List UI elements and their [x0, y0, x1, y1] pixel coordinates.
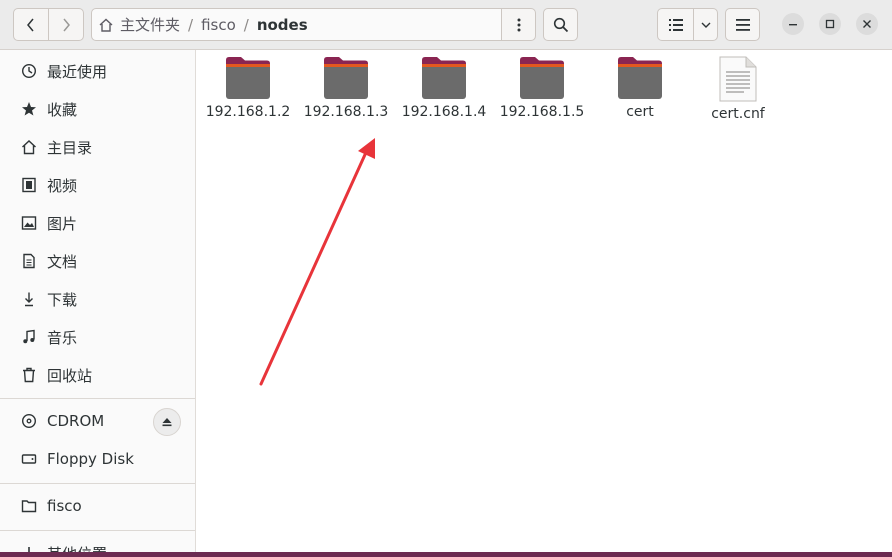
video-icon	[19, 175, 39, 195]
star-icon	[19, 99, 39, 119]
folder-icon	[618, 57, 662, 99]
sidebar-item-downloads[interactable]: 下载	[0, 281, 195, 317]
breadcrumb-label: 主文件夹	[120, 16, 181, 34]
sidebar-item-music[interactable]: 音乐	[0, 319, 195, 355]
search-button[interactable]	[543, 8, 578, 41]
sidebar-item-starred[interactable]: 收藏	[0, 91, 195, 127]
clock-icon	[19, 61, 39, 81]
vertical-dots-icon	[517, 18, 520, 31]
image-icon	[19, 213, 39, 233]
sidebar: 最近使用 收藏 主目录 视频 图片 文档 下载 音乐 回收站 CDROM Flo…	[0, 50, 196, 557]
sidebar-item-pictures[interactable]: 图片	[0, 205, 195, 241]
drive-icon	[19, 449, 39, 469]
sidebar-item-label: fisco	[47, 497, 82, 515]
minimize-button[interactable]	[782, 13, 804, 35]
chevron-left-icon	[27, 18, 34, 31]
file-name: 192.168.1.2	[205, 104, 291, 120]
file-name: 192.168.1.4	[401, 104, 487, 120]
sidebar-item-recent[interactable]: 最近使用	[0, 53, 195, 89]
back-button[interactable]	[13, 8, 49, 41]
sidebar-item-videos[interactable]: 视频	[0, 167, 195, 203]
home-icon	[19, 137, 39, 157]
sidebar-item-label: 下载	[47, 290, 78, 309]
trash-icon	[19, 365, 39, 385]
sidebar-item-floppy[interactable]: Floppy Disk	[0, 441, 195, 477]
sidebar-item-label: 图片	[47, 214, 78, 233]
sidebar-item-fisco[interactable]: fisco	[0, 488, 195, 524]
close-button[interactable]	[856, 13, 878, 35]
file-name: cert	[626, 104, 654, 120]
sidebar-divider	[0, 398, 195, 399]
sidebar-item-label: 最近使用	[47, 62, 108, 81]
disc-icon	[19, 411, 39, 431]
breadcrumb-separator: /	[188, 15, 194, 34]
folder-icon	[226, 57, 270, 99]
sidebar-item-label: 音乐	[47, 328, 78, 347]
sidebar-item-label: 文档	[47, 252, 78, 271]
sidebar-item-label: 视频	[47, 176, 78, 195]
sidebar-item-home[interactable]: 主目录	[0, 129, 195, 165]
file-view: 192.168.1.2 192.168.1.3 192.168.1.4 192.…	[196, 50, 892, 557]
breadcrumb-home[interactable]: 主文件夹	[92, 14, 186, 35]
sidebar-item-label: 收藏	[47, 100, 78, 119]
folder-icon	[422, 57, 466, 99]
breadcrumb-label: nodes	[256, 15, 308, 34]
download-icon	[19, 289, 39, 309]
eject-icon	[162, 418, 172, 427]
list-view-button[interactable]	[657, 8, 694, 41]
home-icon	[99, 18, 113, 32]
file-name: cert.cnf	[711, 106, 765, 122]
breadcrumb-nodes[interactable]: nodes	[251, 16, 314, 34]
sidebar-item-documents[interactable]: 文档	[0, 243, 195, 279]
sidebar-divider	[0, 483, 195, 484]
view-options-button[interactable]	[693, 8, 718, 41]
file-item-folder[interactable]: 192.168.1.5	[494, 56, 590, 126]
hamburger-icon	[735, 18, 750, 31]
folder-icon	[520, 57, 564, 99]
search-icon	[553, 17, 568, 32]
minimize-icon	[789, 24, 797, 26]
sidebar-item-label: Floppy Disk	[47, 450, 134, 468]
close-icon	[863, 20, 871, 28]
chevron-right-icon	[63, 18, 70, 31]
file-name: 192.168.1.5	[499, 104, 585, 120]
sidebar-item-trash[interactable]: 回收站	[0, 357, 195, 393]
music-icon	[19, 327, 39, 347]
text-file-icon	[719, 56, 757, 102]
sidebar-item-label: CDROM	[47, 412, 105, 430]
document-icon	[19, 251, 39, 271]
chevron-down-icon	[701, 22, 710, 28]
main-menu-button[interactable]	[725, 8, 760, 41]
folder-icon	[19, 496, 39, 516]
forward-button[interactable]	[48, 8, 84, 41]
file-item-folder[interactable]: 192.168.1.3	[298, 56, 394, 126]
file-item-folder[interactable]: 192.168.1.2	[200, 56, 296, 126]
file-item-folder[interactable]: 192.168.1.4	[396, 56, 492, 126]
path-options-button[interactable]	[501, 8, 536, 41]
breadcrumb-separator: /	[243, 15, 249, 34]
header-bar: 主文件夹 / fisco / nodes	[0, 0, 892, 50]
sidebar-divider	[0, 530, 195, 531]
sidebar-item-label: 回收站	[47, 366, 93, 385]
desktop-background	[0, 552, 892, 557]
breadcrumb-fisco[interactable]: fisco	[195, 16, 242, 34]
breadcrumb-label: fisco	[201, 15, 236, 34]
list-view-icon	[668, 18, 683, 31]
file-item-text[interactable]: cert.cnf	[690, 56, 786, 126]
annotation-arrow	[259, 138, 375, 386]
maximize-icon	[825, 19, 835, 29]
file-item-folder[interactable]: cert	[592, 56, 688, 126]
path-bar: 主文件夹 / fisco / nodes	[91, 8, 502, 41]
maximize-button[interactable]	[819, 13, 841, 35]
file-name: 192.168.1.3	[303, 104, 389, 120]
sidebar-item-label: 主目录	[47, 138, 93, 157]
folder-icon	[324, 57, 368, 99]
navigation-buttons	[13, 8, 85, 41]
eject-button[interactable]	[153, 408, 181, 436]
